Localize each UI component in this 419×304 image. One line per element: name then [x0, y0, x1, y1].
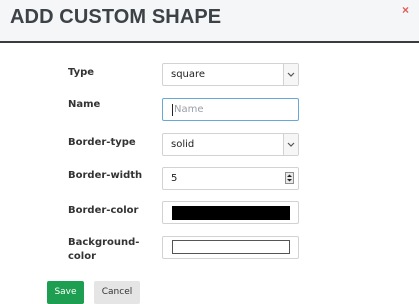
dialog-title: ADD CUSTOM SHAPE: [10, 6, 222, 28]
name-label: Name: [68, 99, 101, 110]
border-color-label: Border-color: [68, 205, 139, 216]
spinner-icon[interactable]: [285, 172, 294, 184]
border-width-value: 5: [171, 173, 178, 184]
chevron-down-icon: [283, 64, 298, 85]
border-width-label: Border-width: [68, 170, 143, 181]
type-select[interactable]: square: [162, 63, 299, 86]
save-button[interactable]: Save: [47, 281, 84, 304]
close-icon[interactable]: ×: [402, 4, 409, 16]
dialog-header: ADD CUSTOM SHAPE ×: [0, 0, 419, 43]
cancel-button[interactable]: Cancel: [94, 281, 140, 304]
background-color-swatch: [172, 240, 290, 254]
border-width-input[interactable]: 5: [162, 167, 299, 190]
border-type-select[interactable]: solid: [162, 133, 299, 156]
background-color-label-line2: color: [68, 251, 97, 262]
border-type-label: Border-type: [68, 137, 136, 148]
chevron-down-icon: [283, 134, 298, 155]
name-input-placeholder: Name: [174, 104, 204, 115]
background-color-label-line1: Background-: [68, 237, 140, 248]
border-type-select-value: solid: [171, 139, 195, 150]
background-color-label: Background- color: [68, 236, 139, 264]
text-cursor: [172, 104, 173, 116]
border-color-swatch: [172, 206, 290, 220]
name-input[interactable]: Name: [162, 98, 299, 121]
type-label: Type: [68, 67, 95, 78]
type-select-value: square: [171, 69, 206, 80]
